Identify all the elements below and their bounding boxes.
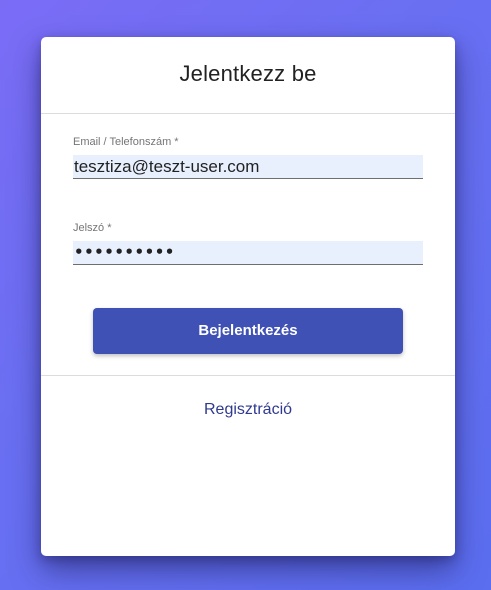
- password-input[interactable]: ••••••••••: [73, 241, 423, 265]
- password-label: Jelszó *: [73, 222, 112, 234]
- register-link[interactable]: Regisztráció: [41, 401, 455, 419]
- email-input[interactable]: tesztiza@teszt-user.com: [73, 155, 423, 179]
- page-title: Jelentkezz be: [179, 61, 317, 86]
- bottom-divider: [41, 375, 455, 376]
- login-button[interactable]: Bejelentkezés: [93, 308, 403, 354]
- login-card: Jelentkezz be Email / Telefonszám * tesz…: [41, 37, 455, 556]
- email-label: Email / Telefonszám *: [73, 136, 179, 148]
- email-field: Email / Telefonszám * tesztiza@teszt-use…: [73, 135, 423, 179]
- password-field: Jelszó * ••••••••••: [73, 221, 423, 265]
- title-divider: [41, 113, 455, 114]
